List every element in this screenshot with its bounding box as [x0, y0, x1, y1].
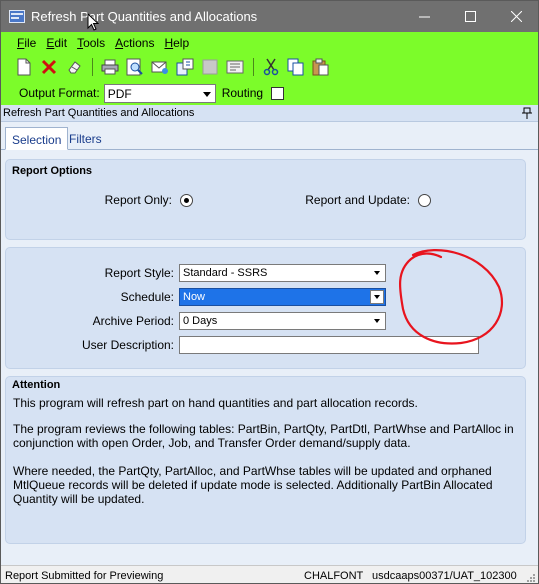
- attach-icon: [176, 58, 194, 76]
- app-icon: [9, 10, 25, 23]
- disabled-button[interactable]: [199, 56, 221, 78]
- attention-paragraph-2: The program reviews the following tables…: [13, 422, 514, 450]
- menu-file[interactable]: File: [17, 36, 36, 50]
- print-preview-icon: [126, 58, 143, 76]
- maximize-icon: [464, 11, 476, 22]
- refresh-button[interactable]: [224, 56, 246, 78]
- close-button[interactable]: [493, 1, 538, 32]
- clear-button[interactable]: [63, 56, 85, 78]
- panel-header: Refresh Part Quantities and Allocations: [1, 105, 538, 122]
- toolbar-region: File Edit Tools Actions Help Output Form…: [1, 32, 538, 105]
- archive-period-label: Archive Period:: [92, 314, 174, 328]
- tab-filters[interactable]: Filters: [63, 127, 108, 150]
- attention-box: Attention This program will refresh part…: [5, 376, 526, 544]
- app-window: Refresh Part Quantities and Allocations …: [0, 0, 539, 584]
- paste-icon: [312, 58, 329, 76]
- title-bar: Refresh Part Quantities and Allocations: [1, 1, 538, 32]
- menu-actions[interactable]: Actions: [115, 36, 154, 50]
- cut-icon: [263, 58, 279, 76]
- report-options-box: Report Options Report Only: Report and U…: [5, 159, 526, 240]
- report-only-radio[interactable]: [180, 194, 193, 207]
- output-format-row: Output Format: PDF Routing: [19, 83, 285, 103]
- minimize-button[interactable]: [401, 1, 447, 32]
- attention-title: Attention: [12, 379, 61, 391]
- maximize-button[interactable]: [447, 1, 493, 32]
- status-message: Report Submitted for Previewing: [5, 570, 164, 582]
- disabled-icon: [202, 59, 218, 75]
- attention-paragraph-3: Where needed, the PartQty, PartAlloc, an…: [13, 464, 493, 506]
- refresh-icon: [226, 60, 244, 74]
- schedule-value: Now: [183, 291, 206, 303]
- output-format-label: Output Format:: [19, 86, 100, 100]
- output-format-value: PDF: [107, 86, 132, 101]
- schedule-label: Schedule:: [120, 290, 174, 304]
- output-format-select[interactable]: PDF: [103, 83, 216, 103]
- window-title: Refresh Part Quantities and Allocations: [31, 9, 258, 24]
- delete-button[interactable]: [38, 56, 60, 78]
- archive-period-select[interactable]: 0 Days: [179, 312, 386, 330]
- new-icon: [17, 58, 31, 76]
- schedule-box: Report Style: Standard - SSRS Schedule: …: [5, 247, 526, 369]
- toolbar-separator: [92, 58, 93, 76]
- toolbar: [13, 56, 335, 78]
- print-button[interactable]: [99, 56, 121, 78]
- main-content: Report Options Report Only: Report and U…: [1, 150, 538, 565]
- panel-header-title: Refresh Part Quantities and Allocations: [3, 107, 195, 119]
- report-update-label: Report and Update:: [305, 193, 410, 207]
- new-button[interactable]: [13, 56, 35, 78]
- delete-icon: [41, 59, 57, 75]
- status-bar: Report Submitted for Previewing CHALFONT…: [1, 565, 538, 583]
- report-style-label: Report Style:: [104, 266, 174, 280]
- report-style-select[interactable]: Standard - SSRS: [179, 264, 386, 282]
- status-user: CHALFONT: [304, 570, 364, 582]
- tab-strip: Selection Filters: [1, 122, 538, 150]
- attach-button[interactable]: [174, 56, 196, 78]
- routing-checkbox[interactable]: [271, 86, 285, 100]
- mouse-cursor-icon: [87, 13, 99, 31]
- report-options-title: Report Options: [12, 165, 93, 177]
- toolbar-separator-2: [253, 58, 254, 76]
- copy-icon: [287, 58, 304, 76]
- schedule-select[interactable]: Now: [179, 288, 386, 306]
- clear-icon: [68, 61, 81, 74]
- menu-edit[interactable]: Edit: [46, 36, 67, 50]
- chevron-down-icon: [370, 266, 384, 280]
- user-description-input[interactable]: [179, 336, 479, 354]
- cut-button[interactable]: [260, 56, 282, 78]
- menu-bar: File Edit Tools Actions Help: [17, 36, 199, 50]
- menu-help[interactable]: Help: [164, 36, 189, 50]
- status-server: usdcaaps00371/UAT_102300: [372, 570, 517, 582]
- menu-tools[interactable]: Tools: [77, 36, 105, 50]
- archive-period-value: 0 Days: [183, 315, 218, 327]
- tab-selection[interactable]: Selection: [5, 127, 69, 150]
- report-style-value: Standard - SSRS: [183, 267, 268, 279]
- chevron-down-icon: [370, 290, 384, 304]
- user-description-label: User Description:: [81, 338, 174, 352]
- paste-button[interactable]: [310, 56, 332, 78]
- report-only-label: Report Only:: [104, 193, 172, 207]
- routing-label: Routing: [221, 86, 264, 100]
- email-icon: [151, 61, 168, 74]
- close-icon: [510, 11, 522, 22]
- attention-paragraph-1: This program will refresh part on hand q…: [13, 396, 418, 410]
- email-button[interactable]: [149, 56, 171, 78]
- chevron-down-icon: [202, 91, 211, 97]
- report-update-radio[interactable]: [418, 194, 431, 207]
- copy-button[interactable]: [285, 56, 307, 78]
- resize-grip-icon[interactable]: [526, 573, 536, 583]
- print-preview-button[interactable]: [124, 56, 146, 78]
- pin-icon[interactable]: [522, 107, 532, 119]
- chevron-down-icon: [370, 314, 384, 328]
- minimize-icon: [418, 16, 430, 18]
- print-icon: [101, 59, 119, 75]
